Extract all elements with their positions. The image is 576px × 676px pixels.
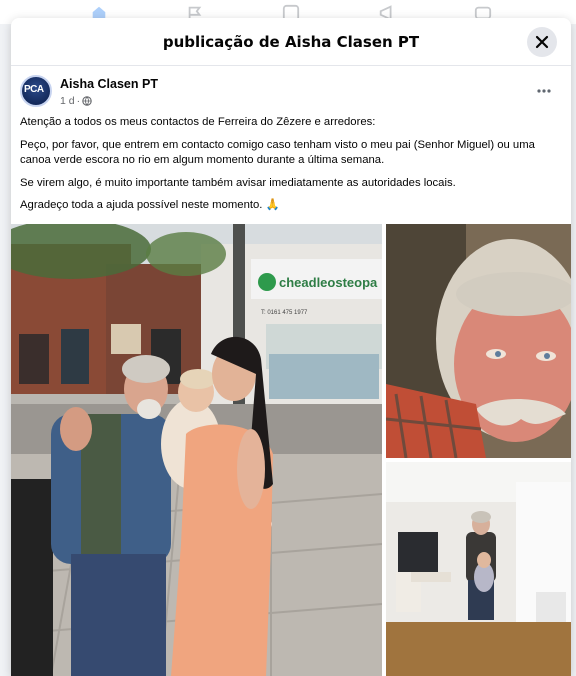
post-paragraph: Peço, por favor, que entrem em contacto …: [20, 138, 535, 167]
post-paragraph: Agradeço toda a ajuda possível neste mom…: [20, 199, 280, 211]
more-icon: [537, 89, 551, 93]
clinic-sign-text: cheadleosteopa: [279, 275, 378, 290]
close-icon: [535, 35, 549, 49]
avatar-logo-text: PCA: [24, 84, 44, 95]
globe-icon: [82, 96, 92, 106]
post-time[interactable]: 1 d: [60, 95, 75, 107]
post-meta: 1 d ·: [60, 95, 92, 107]
clinic-phone-text: T: 0161 475 1977: [261, 310, 308, 316]
post-author[interactable]: Aisha Clasen PT: [60, 77, 158, 91]
more-options-button[interactable]: [532, 81, 556, 101]
photo-portrait[interactable]: [386, 224, 571, 458]
avatar[interactable]: PCA: [20, 75, 52, 107]
photo-main[interactable]: cheadleosteopa T: 0161 475 1977: [11, 224, 382, 676]
photo-grid: cheadleosteopa T: 0161 475 1977: [11, 224, 571, 676]
close-button[interactable]: [527, 27, 557, 57]
post-text: Atenção a todos os meus contactos de Fer…: [20, 115, 560, 221]
post-dialog: publicação de Aisha Clasen PT PCA Aisha …: [11, 18, 571, 676]
dialog-header: publicação de Aisha Clasen PT: [11, 18, 571, 66]
post-header: PCA Aisha Clasen PT 1 d ·: [20, 75, 560, 111]
post-paragraph: Se virem algo, é muito importante também…: [20, 176, 456, 189]
post-paragraph: Atenção a todos os meus contactos de Fer…: [20, 116, 376, 128]
photo-interior[interactable]: [386, 462, 571, 676]
dialog-title: publicação de Aisha Clasen PT: [162, 33, 420, 51]
